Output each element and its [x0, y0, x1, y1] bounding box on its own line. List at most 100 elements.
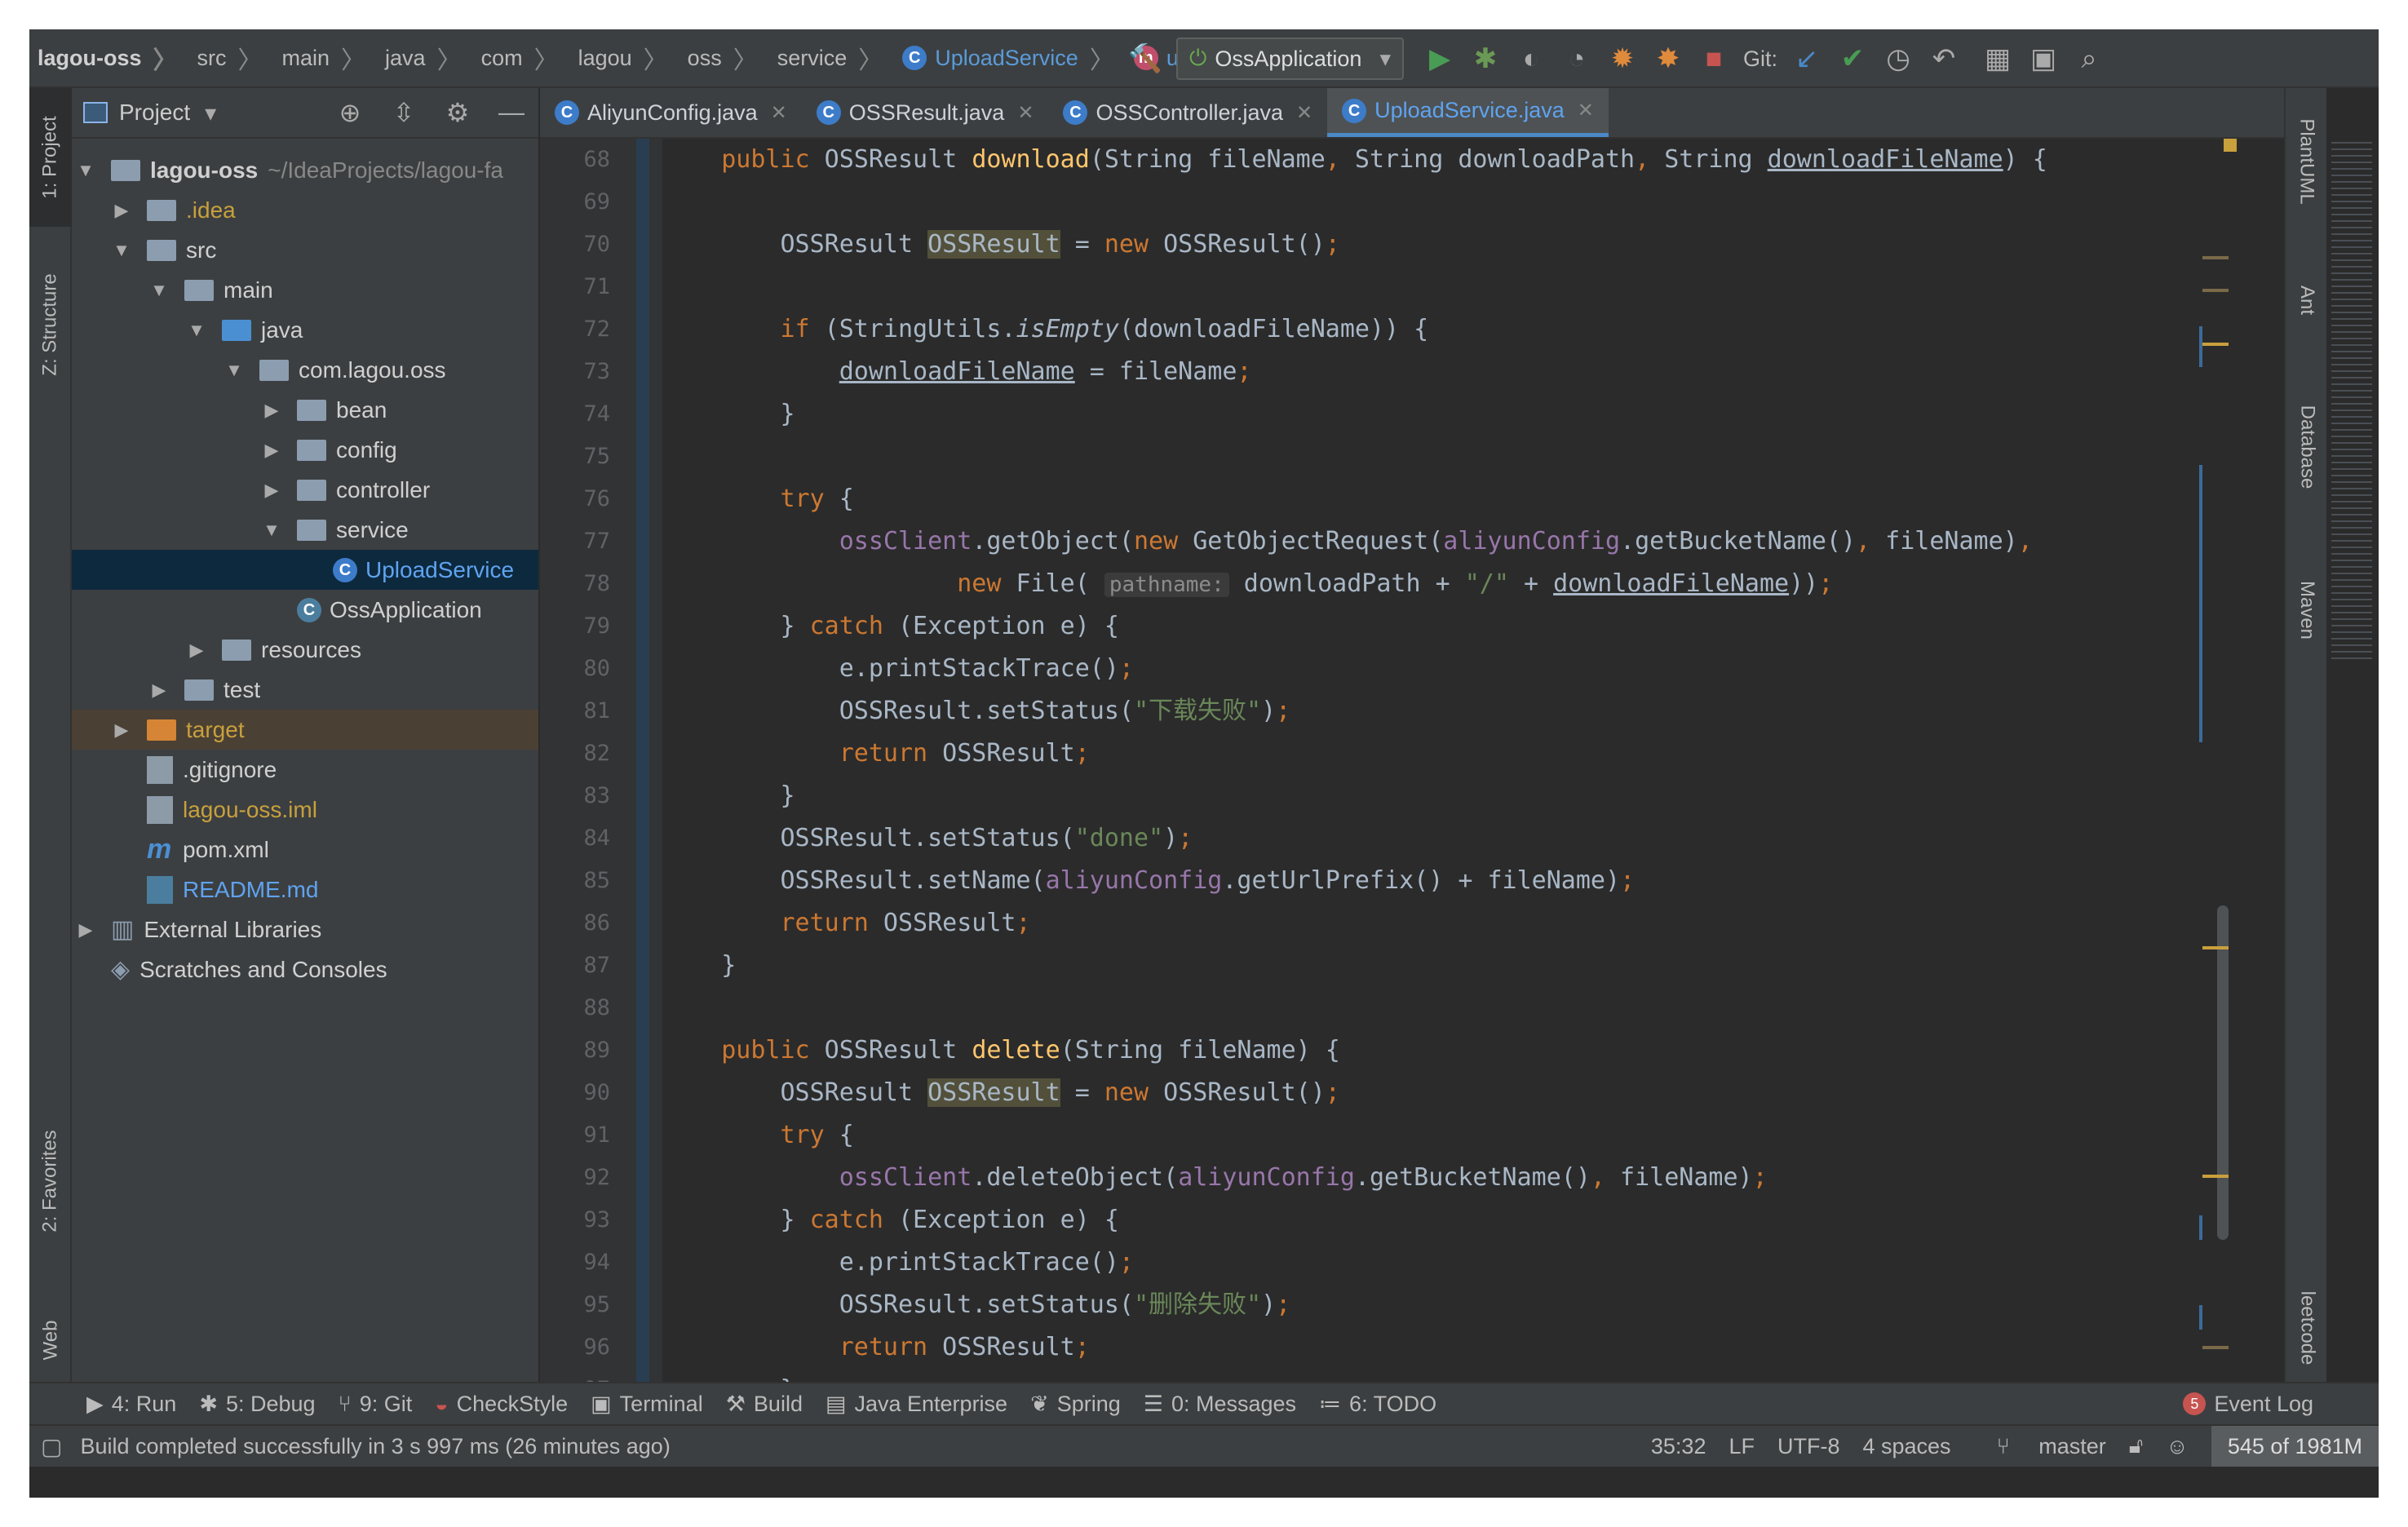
- caret-position[interactable]: 35:32: [1651, 1434, 1706, 1459]
- tree-item-iml[interactable]: lagou-oss.iml: [72, 790, 538, 830]
- inspection-status-icon[interactable]: [2224, 139, 2237, 152]
- hot-swap-icon[interactable]: ✹: [1600, 29, 1645, 88]
- coverage-icon[interactable]: ◐: [1508, 29, 1554, 88]
- breadcrumb-java[interactable]: java 〉: [377, 40, 473, 76]
- close-icon[interactable]: ✕: [1017, 101, 1034, 125]
- plantuml-tool-tab[interactable]: PlantUML: [2286, 88, 2328, 235]
- tree-item-gitignore[interactable]: .gitignore: [72, 750, 538, 790]
- file-encoding[interactable]: UTF-8: [1777, 1434, 1840, 1459]
- tree-item-java[interactable]: ▼ java: [72, 310, 538, 350]
- code-editor[interactable]: public OSSResult download(String fileNam…: [662, 139, 2264, 1442]
- spring-tool-button[interactable]: ❦ Spring: [1030, 1392, 1121, 1417]
- run-configuration-select[interactable]: ⏻ OssApplication ▾: [1176, 38, 1405, 80]
- maven-tool-tab[interactable]: Maven: [2286, 545, 2328, 675]
- project-view-select[interactable]: Project: [119, 100, 190, 126]
- breadcrumb-oss[interactable]: oss 〉: [679, 40, 769, 76]
- breadcrumb-src[interactable]: src 〉: [189, 40, 274, 76]
- debug-tool-button[interactable]: ✱ 5: Debug: [199, 1392, 315, 1417]
- vcs-change-marker[interactable]: [636, 139, 649, 1442]
- attach-debugger-icon[interactable]: ✸: [1645, 29, 1691, 88]
- database-tool-tab[interactable]: Database: [2286, 365, 2328, 529]
- chevron-down-icon[interactable]: ▾: [205, 100, 216, 126]
- hide-panel-icon[interactable]: —: [485, 97, 538, 128]
- web-tool-tab[interactable]: Web: [29, 1295, 72, 1385]
- tree-item-target[interactable]: ▶ target: [72, 710, 538, 750]
- todo-tool-button[interactable]: ≔ 6: TODO: [1319, 1392, 1436, 1417]
- terminal-window-icon[interactable]: ▣: [2021, 29, 2066, 88]
- expanded-arrow-icon[interactable]: ▼: [148, 280, 170, 301]
- expanded-arrow-icon[interactable]: ▼: [261, 520, 282, 541]
- project-structure-icon[interactable]: ▦: [1975, 29, 2021, 88]
- tree-item-src[interactable]: ▼ src: [72, 230, 538, 270]
- checkstyle-tool-button[interactable]: ◒ CheckStyle: [435, 1392, 568, 1417]
- breadcrumb-service[interactable]: service 〉: [769, 40, 895, 76]
- ant-tool-tab[interactable]: Ant: [2286, 251, 2328, 349]
- breadcrumb-project[interactable]: lagou-oss 〉: [29, 40, 189, 76]
- tab-ossresult[interactable]: C OSSResult.java ✕: [802, 88, 1049, 137]
- expanded-arrow-icon[interactable]: ▼: [111, 240, 132, 261]
- tree-item-idea[interactable]: ▶ .idea: [72, 190, 538, 230]
- collapsed-arrow-icon[interactable]: ▶: [261, 480, 282, 501]
- tree-item-readme[interactable]: README.md: [72, 870, 538, 910]
- locate-file-icon[interactable]: ⊕: [323, 97, 377, 128]
- tree-item-external-libraries[interactable]: ▶ ▥ External Libraries: [72, 910, 538, 949]
- run-tool-button[interactable]: ▶ 4: Run: [86, 1392, 176, 1417]
- messages-tool-button[interactable]: ☰ 0: Messages: [1144, 1392, 1296, 1417]
- tree-item-package[interactable]: ▼ com.lagou.oss: [72, 350, 538, 390]
- tab-osscontroller[interactable]: C OSSController.java ✕: [1048, 88, 1327, 137]
- search-icon[interactable]: ⌕: [2066, 29, 2112, 88]
- gear-icon[interactable]: ⚙: [431, 97, 485, 128]
- project-tool-tab[interactable]: 1: Project: [29, 88, 72, 227]
- tree-item-config[interactable]: ▶ config: [72, 430, 538, 470]
- leetcode-tool-tab[interactable]: leetcode: [2286, 1255, 2328, 1401]
- profile-icon[interactable]: ◔: [1554, 29, 1600, 88]
- tree-item-uploadservice[interactable]: C UploadService: [72, 550, 538, 590]
- code-minimap[interactable]: [2326, 88, 2379, 1442]
- collapsed-arrow-icon[interactable]: ▶: [261, 400, 282, 421]
- tab-aliyunconfig[interactable]: C AliyunConfig.java ✕: [540, 88, 802, 137]
- build-hammer-icon[interactable]: 🔨: [1122, 29, 1168, 88]
- collapsed-arrow-icon[interactable]: ▶: [75, 919, 96, 941]
- tree-item-bean[interactable]: ▶ bean: [72, 390, 538, 430]
- close-icon[interactable]: ✕: [771, 101, 787, 125]
- favorites-tool-tab[interactable]: 2: Favorites: [29, 1083, 72, 1279]
- build-tool-button[interactable]: ⚒ Build: [726, 1392, 803, 1417]
- tab-uploadservice[interactable]: C UploadService.java ✕: [1327, 88, 1609, 137]
- git-branch-widget[interactable]: ⑂ master: [1974, 1434, 2106, 1459]
- error-stripe[interactable]: [2199, 139, 2237, 1442]
- breadcrumb-com[interactable]: com 〉: [473, 40, 570, 76]
- stop-icon[interactable]: ■: [1691, 29, 1737, 88]
- collapsed-arrow-icon[interactable]: ▶: [111, 719, 132, 741]
- java-enterprise-tool-button[interactable]: ▤ Java Enterprise: [826, 1392, 1007, 1417]
- run-icon[interactable]: ▶: [1417, 29, 1463, 88]
- debug-icon[interactable]: ✱: [1463, 29, 1508, 88]
- git-update-icon[interactable]: ↙: [1784, 29, 1830, 88]
- tree-item-controller[interactable]: ▶ controller: [72, 470, 538, 510]
- collapsed-arrow-icon[interactable]: ▶: [261, 440, 282, 461]
- tree-item-test[interactable]: ▶ test: [72, 670, 538, 710]
- rollback-icon[interactable]: ↶: [1921, 29, 1967, 88]
- tree-item-service[interactable]: ▼ service: [72, 510, 538, 550]
- expanded-arrow-icon[interactable]: ▼: [224, 360, 245, 381]
- memory-indicator[interactable]: 545 of 1981M: [2211, 1426, 2379, 1467]
- indent-setting[interactable]: 4 spaces: [1862, 1434, 1950, 1459]
- collapsed-arrow-icon[interactable]: ▶: [186, 640, 207, 661]
- git-commit-icon[interactable]: ✔: [1830, 29, 1875, 88]
- lock-icon[interactable]: 🔓︎: [2129, 1433, 2144, 1459]
- history-icon[interactable]: ◷: [1875, 29, 1921, 88]
- inspector-icon[interactable]: ☺: [2166, 1434, 2189, 1459]
- collapsed-arrow-icon[interactable]: ▶: [111, 200, 132, 221]
- tree-item-resources[interactable]: ▶ resources: [72, 630, 538, 670]
- toggle-tool-windows-icon[interactable]: ▢: [41, 1433, 62, 1460]
- line-separator[interactable]: LF: [1729, 1434, 1755, 1459]
- close-icon[interactable]: ✕: [1296, 101, 1312, 125]
- breadcrumb-class[interactable]: C UploadService 〉: [894, 40, 1126, 76]
- expanded-arrow-icon[interactable]: ▼: [186, 320, 207, 341]
- scrollbar-thumb[interactable]: [2217, 905, 2229, 1240]
- tree-item-main[interactable]: ▼ main: [72, 270, 538, 310]
- tree-item-ossapplication[interactable]: C OssApplication: [72, 590, 538, 630]
- structure-tool-tab[interactable]: Z: Structure: [29, 235, 72, 414]
- collapse-all-icon[interactable]: ⇳: [377, 97, 431, 128]
- breadcrumb-lagou[interactable]: lagou 〉: [570, 40, 679, 76]
- collapsed-arrow-icon[interactable]: ▶: [148, 679, 170, 701]
